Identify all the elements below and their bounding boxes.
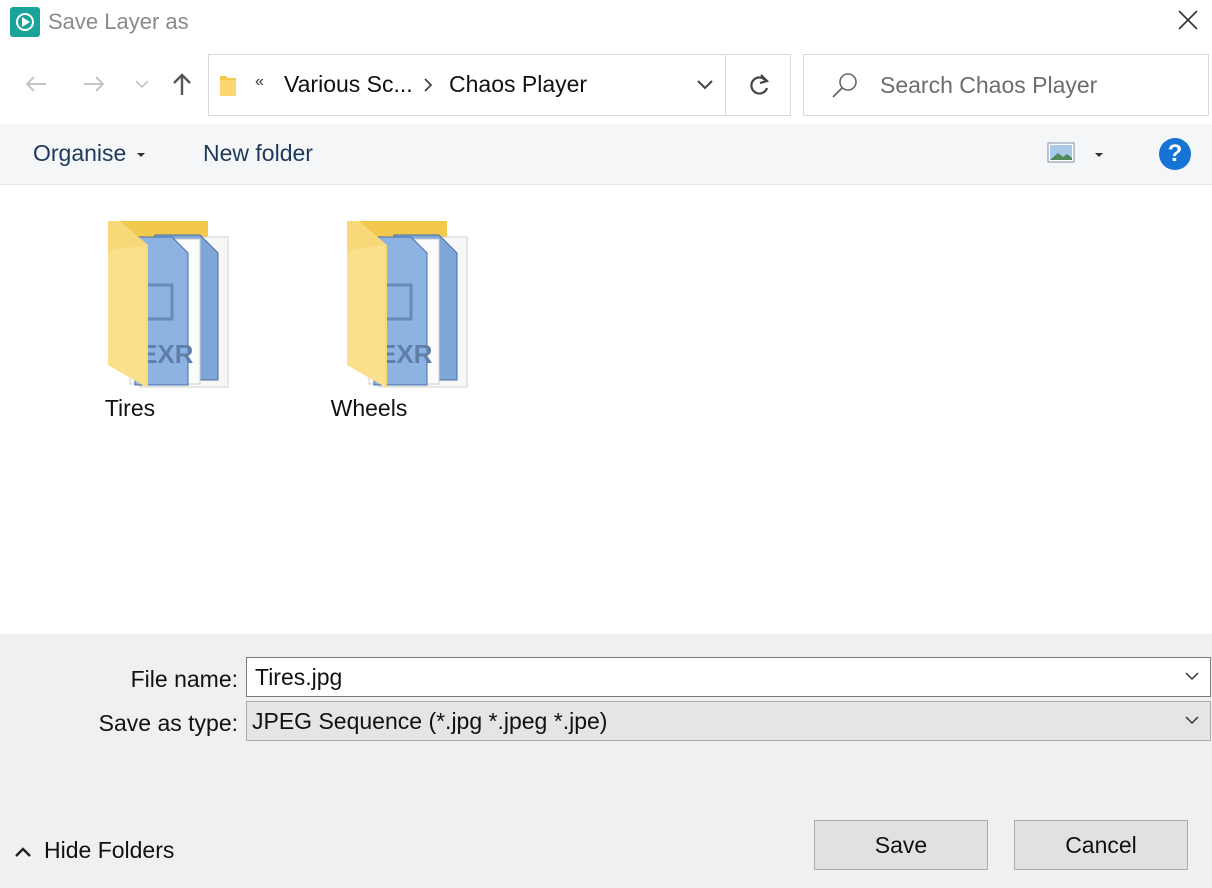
breadcrumb-chaos-player[interactable]: Chaos Player <box>449 71 587 98</box>
help-button[interactable]: ? <box>1159 138 1191 170</box>
breadcrumb-overflow[interactable]: « <box>255 73 264 91</box>
file-name-combobox[interactable] <box>246 657 1211 697</box>
svg-text:EXR: EXR <box>379 339 433 369</box>
svg-text:EXR: EXR <box>140 339 194 369</box>
save-as-type-label: Save as type: <box>98 710 238 736</box>
search-input[interactable] <box>880 69 1200 101</box>
arrow-right-icon <box>84 76 105 92</box>
back-button[interactable] <box>22 70 50 98</box>
recent-locations-button[interactable] <box>132 70 152 98</box>
chevron-up-icon <box>15 847 31 857</box>
folder-exr-icon: EXR <box>108 221 229 388</box>
command-bar: Organise New folder ? <box>0 124 1212 185</box>
chevron-down-icon[interactable] <box>1184 670 1200 682</box>
folder-name[interactable]: Tires <box>40 395 220 422</box>
hide-folders-label[interactable]: Hide Folders <box>44 837 174 864</box>
save-button[interactable]: Save <box>814 820 988 870</box>
arrow-up-icon <box>173 73 191 95</box>
file-name-input[interactable] <box>255 662 1155 692</box>
folder-name[interactable]: Wheels <box>279 395 459 422</box>
title-bar: Save Layer as <box>0 0 1212 44</box>
save-options-panel: File name: Save as type: JPEG Sequence (… <box>0 634 1212 888</box>
organise-menu-button[interactable]: Organise <box>33 140 126 167</box>
save-as-type-select[interactable]: JPEG Sequence (*.jpg *.jpeg *.jpe) <box>246 701 1211 741</box>
chevron-down-icon <box>1185 716 1199 725</box>
close-button[interactable] <box>1164 0 1212 44</box>
folder-item-tires[interactable]: EXR Tires <box>40 215 229 435</box>
folder-exr-icon: EXR <box>347 221 468 388</box>
chevron-right-icon[interactable] <box>422 77 434 93</box>
chaos-player-app-icon <box>10 7 40 37</box>
folder-icon <box>220 76 236 96</box>
refresh-button[interactable] <box>725 55 791 115</box>
refresh-icon <box>750 74 770 95</box>
save-as-type-value: JPEG Sequence (*.jpg *.jpeg *.jpe) <box>252 708 608 734</box>
chevron-down-icon <box>135 80 149 89</box>
view-options-icon[interactable] <box>1047 142 1077 164</box>
arrow-left-icon <box>25 76 46 92</box>
search-icon <box>832 73 857 98</box>
close-icon <box>1178 10 1198 30</box>
organise-dropdown-arrow-icon[interactable] <box>137 153 145 157</box>
search-box[interactable] <box>803 54 1209 116</box>
new-folder-button[interactable]: New folder <box>203 140 313 167</box>
file-name-label: File name: <box>130 666 238 692</box>
chevron-down-icon <box>697 80 713 90</box>
file-list: EXR Tires EXR Wheels <box>0 185 1212 634</box>
address-dropdown-button[interactable] <box>683 55 727 115</box>
address-bar[interactable]: « Various Sc... Chaos Player <box>208 54 791 116</box>
folder-item-wheels[interactable]: EXR Wheels <box>279 215 468 435</box>
forward-button[interactable] <box>80 70 108 98</box>
up-button[interactable] <box>168 70 196 98</box>
breadcrumb-various-scenes[interactable]: Various Sc... <box>284 71 413 98</box>
view-dropdown-arrow-icon[interactable] <box>1095 153 1103 157</box>
cancel-button[interactable]: Cancel <box>1014 820 1188 870</box>
navigation-bar: « Various Sc... Chaos Player <box>0 44 1212 124</box>
window-title: Save Layer as <box>48 9 189 34</box>
